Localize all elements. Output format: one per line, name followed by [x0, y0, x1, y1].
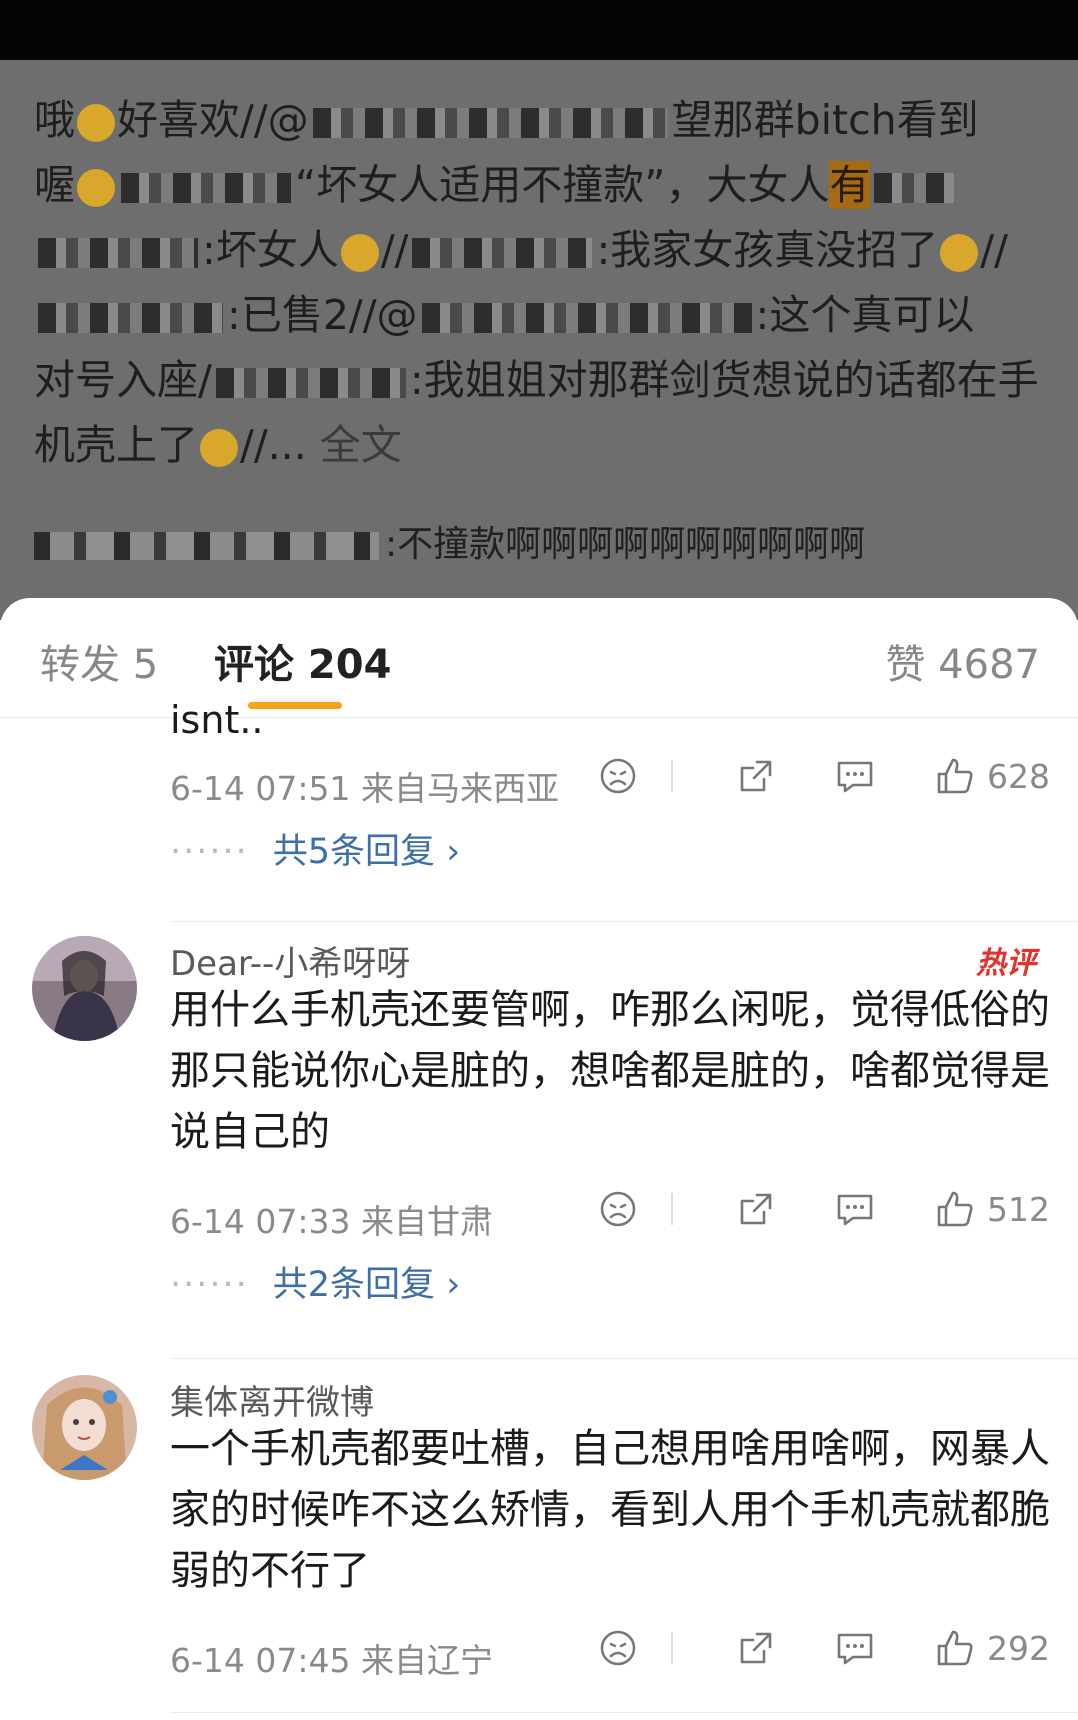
post-content-dimmed: 哦好喜欢//@ 望那群bitch看到 喔 “坏女人适用不撞款”，大女人有 :坏女人 /… [0, 60, 1078, 620]
dislike-icon[interactable] [599, 1190, 637, 1228]
divider [671, 1632, 673, 1664]
divider [170, 921, 1078, 922]
tab-like[interactable]: 赞 4687 [885, 632, 1040, 690]
hot-comment-badge: 热评 [976, 946, 1036, 981]
blurred-username [312, 108, 668, 138]
tab-comment[interactable]: 评论 204 [214, 632, 391, 690]
post-text: 哦好喜欢//@ 望那群bitch看到 喔 “坏女人适用不撞款”，大女人有 :坏女人 /… [34, 96, 1039, 469]
avatar[interactable] [32, 936, 137, 1041]
comment-username[interactable]: Dear--小希呀呀 [170, 936, 410, 985]
divider [671, 1193, 673, 1225]
blurred-username [412, 238, 593, 268]
full-text-link[interactable]: 全文 [320, 421, 402, 469]
comment-time: 6-14 07:33 来自甘肃 [170, 1202, 493, 1241]
like-count: 292 [987, 1628, 1050, 1668]
status-bar [0, 0, 1078, 60]
blurred-username [874, 173, 955, 203]
share-icon[interactable] [737, 1190, 775, 1228]
tab-repost[interactable]: 转发 5 [40, 632, 158, 690]
divider [671, 760, 673, 792]
thumbs-up-icon[interactable] [935, 1189, 975, 1229]
share-icon[interactable] [737, 1629, 775, 1667]
divider [170, 1712, 1078, 1713]
comment-time: 6-14 07:51 来自马来西亚 [170, 769, 559, 808]
blurred-username [38, 303, 223, 333]
comment-text: 一个手机壳都要吐槽，自己想用啥用啥啊，网暴人家的时候咋不这么矫情，看到人用个手机… [170, 1426, 1050, 1594]
comment-icon[interactable] [835, 757, 875, 795]
view-replies-link[interactable]: ······ 共2条回复 › [170, 1256, 460, 1307]
like-count: 512 [987, 1189, 1050, 1229]
repost-preview: :不撞款啊啊啊啊啊啊啊啊啊啊 [34, 515, 865, 567]
view-replies-link[interactable]: ······ 共5条回复 › [170, 823, 460, 874]
emoji-icon [77, 169, 115, 207]
chevron-right-icon: › [446, 1265, 461, 1305]
comment-meta: 6-14 07:33 来自甘肃 512 [170, 1189, 1050, 1242]
blurred-username [34, 532, 379, 560]
emoji-icon [940, 234, 979, 272]
comments-sheet: 转发 5 评论 204 赞 4687 isnt.. 6-14 07:51 来自马… [0, 598, 1078, 1720]
comment-text-truncated: isnt.. [170, 698, 264, 742]
share-icon[interactable] [737, 757, 775, 795]
blurred-username [421, 303, 752, 333]
avatar[interactable] [32, 1375, 137, 1480]
like-count: 628 [987, 756, 1050, 796]
comment-time: 6-14 07:45 来自辽宁 [170, 1641, 493, 1680]
blurred-username [38, 238, 198, 268]
comment-icon[interactable] [835, 1629, 875, 1667]
thumbs-up-icon[interactable] [935, 756, 975, 796]
blurred-username [121, 173, 291, 203]
divider [170, 1358, 1078, 1359]
comment-username[interactable]: 集体离开微博 [170, 1375, 374, 1424]
blurred-username [215, 368, 406, 398]
emoji-icon [77, 104, 115, 142]
chevron-right-icon: › [446, 832, 461, 872]
comment-meta: 6-14 07:45 来自辽宁 292 [170, 1628, 1050, 1681]
comment-meta: 6-14 07:51 来自马来西亚 628 [170, 756, 1050, 809]
comment-text: 用什么手机壳还要管啊，咋那么闲呢，觉得低俗的那只能说你心是脏的，想啥都是脏的，啥… [170, 987, 1050, 1155]
comment-icon[interactable] [835, 1190, 875, 1228]
emoji-icon [200, 429, 238, 467]
dislike-icon[interactable] [599, 1629, 637, 1667]
thumbs-up-icon[interactable] [935, 1628, 975, 1668]
emoji-icon [340, 234, 379, 272]
dislike-icon[interactable] [599, 757, 637, 795]
